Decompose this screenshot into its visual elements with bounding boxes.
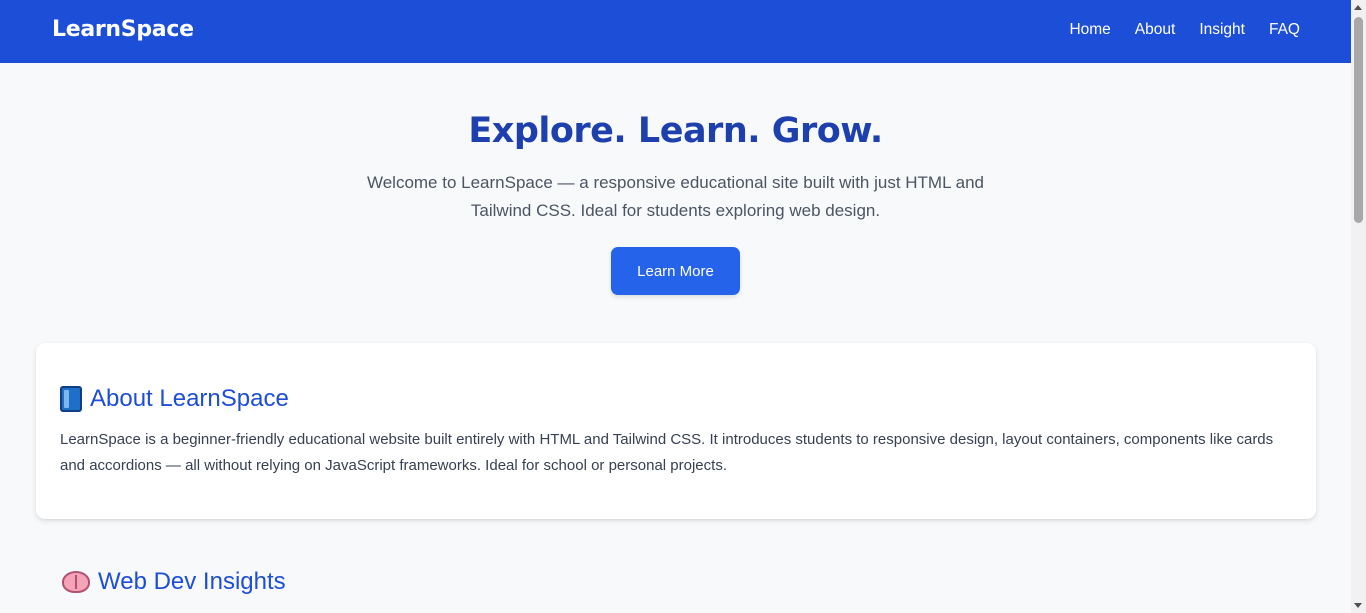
book-icon bbox=[60, 386, 82, 412]
scroll-up-arrow-icon[interactable] bbox=[1354, 5, 1362, 10]
brand-logo[interactable]: LearnSpace bbox=[52, 17, 194, 42]
hero-subtitle: Welcome to LearnSpace — a responsive edu… bbox=[366, 173, 985, 220]
about-title: About LearnSpace bbox=[90, 385, 289, 412]
nav-link-about[interactable]: About bbox=[1135, 21, 1176, 39]
page-scrollbar[interactable] bbox=[1351, 0, 1366, 613]
learn-more-button[interactable]: Learn More bbox=[611, 247, 740, 295]
nav-link-insight[interactable]: Insight bbox=[1199, 21, 1245, 39]
scrollbar-thumb[interactable] bbox=[1354, 17, 1363, 223]
nav-link-home[interactable]: Home bbox=[1069, 21, 1110, 39]
about-card: About LearnSpace LearnSpace is a beginne… bbox=[36, 343, 1316, 519]
about-heading: About LearnSpace bbox=[60, 385, 289, 413]
insights-heading: Web Dev Insights bbox=[62, 568, 286, 596]
main-nav: Home About Insight FAQ bbox=[1069, 21, 1300, 39]
nav-link-faq[interactable]: FAQ bbox=[1269, 21, 1300, 39]
insights-title: Web Dev Insights bbox=[98, 568, 286, 595]
scroll-down-arrow-icon[interactable] bbox=[1354, 603, 1362, 608]
brain-icon bbox=[62, 571, 90, 593]
hero-title: Explore. Learn. Grow. bbox=[468, 111, 883, 151]
about-description: LearnSpace is a beginner-friendly educat… bbox=[60, 431, 1274, 474]
top-navbar: LearnSpace Home About Insight FAQ bbox=[0, 0, 1351, 63]
